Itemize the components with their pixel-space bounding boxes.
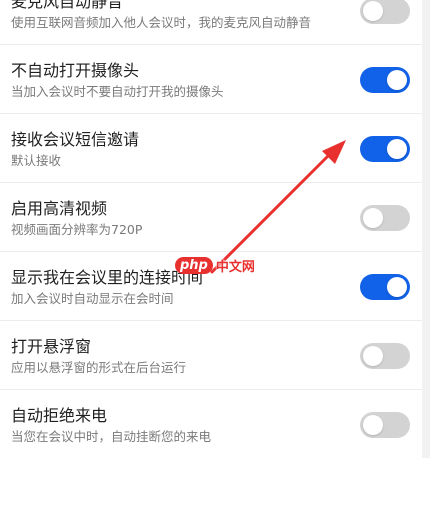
setting-title: 接收会议短信邀请 bbox=[11, 130, 140, 149]
toggle-knob bbox=[363, 415, 383, 435]
setting-row-floating-window[interactable]: 打开悬浮窗 应用以悬浮窗的形式在后台运行 bbox=[0, 321, 422, 390]
setting-subtitle: 使用互联网音频加入他人会议时，我的麦克风自动静音 bbox=[11, 15, 312, 30]
setting-subtitle: 默认接收 bbox=[11, 153, 62, 168]
floating-window-toggle[interactable] bbox=[360, 343, 410, 369]
toggle-knob bbox=[363, 208, 383, 228]
setting-row-show-connection-time[interactable]: 显示我在会议里的连接时间 加入会议时自动显示在会时间 bbox=[0, 252, 422, 321]
setting-subtitle: 当您在会议中时，自动挂断您的来电 bbox=[11, 429, 212, 444]
setting-subtitle: 加入会议时自动显示在会时间 bbox=[11, 291, 174, 306]
setting-title: 自动拒绝来电 bbox=[11, 406, 108, 425]
setting-title: 麦克风自动静音 bbox=[11, 0, 124, 11]
bottom-blank-area bbox=[0, 458, 430, 527]
setting-row-sms-invite[interactable]: 接收会议短信邀请 默认接收 bbox=[0, 114, 422, 183]
setting-row-auto-mute-mic[interactable]: 麦克风自动静音 使用互联网音频加入他人会议时，我的麦克风自动静音 bbox=[0, 0, 422, 45]
setting-subtitle: 应用以悬浮窗的形式在后台运行 bbox=[11, 360, 187, 375]
setting-row-no-auto-camera[interactable]: 不自动打开摄像头 当加入会议时不要自动打开我的摄像头 bbox=[0, 45, 422, 114]
auto-reject-calls-toggle[interactable] bbox=[360, 412, 410, 438]
toggle-knob bbox=[387, 70, 407, 90]
setting-row-hd-video[interactable]: 启用高清视频 视频画面分辨率为720P bbox=[0, 183, 422, 252]
setting-title: 显示我在会议里的连接时间 bbox=[11, 268, 204, 287]
setting-title: 打开悬浮窗 bbox=[11, 337, 92, 356]
show-connection-time-toggle[interactable] bbox=[360, 274, 410, 300]
toggle-knob bbox=[363, 346, 383, 366]
toggle-knob bbox=[363, 1, 383, 21]
settings-screen: 麦克风自动静音 使用互联网音频加入他人会议时，我的麦克风自动静音 不自动打开摄像… bbox=[0, 0, 430, 527]
sms-invite-toggle[interactable] bbox=[360, 136, 410, 162]
toggle-knob bbox=[387, 139, 407, 159]
setting-subtitle: 当加入会议时不要自动打开我的摄像头 bbox=[11, 84, 224, 99]
setting-row-auto-reject-calls[interactable]: 自动拒绝来电 当您在会议中时，自动挂断您的来电 bbox=[0, 390, 422, 459]
scroll-edge bbox=[422, 0, 430, 458]
settings-list: 麦克风自动静音 使用互联网音频加入他人会议时，我的麦克风自动静音 不自动打开摄像… bbox=[0, 0, 422, 459]
setting-subtitle: 视频画面分辨率为720P bbox=[11, 222, 143, 237]
toggle-knob bbox=[387, 277, 407, 297]
auto-mute-mic-toggle[interactable] bbox=[360, 0, 410, 24]
no-auto-camera-toggle[interactable] bbox=[360, 67, 410, 93]
setting-title: 启用高清视频 bbox=[11, 199, 108, 218]
setting-title: 不自动打开摄像头 bbox=[11, 61, 140, 80]
hd-video-toggle[interactable] bbox=[360, 205, 410, 231]
